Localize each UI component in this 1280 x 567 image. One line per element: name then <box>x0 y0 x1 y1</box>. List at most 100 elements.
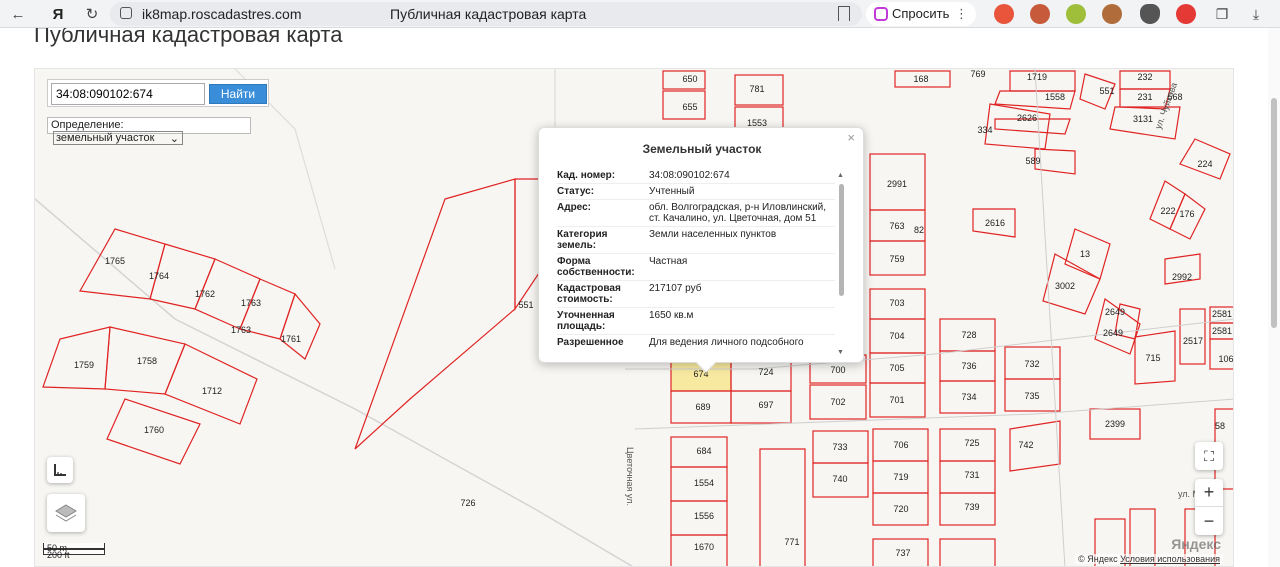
definition-row: Определение: земельный участок ⌄ <box>47 117 251 145</box>
parcel-label: 739 <box>964 502 980 512</box>
parcel-label: 58 <box>1214 421 1226 431</box>
info-value: 1650 кв.м <box>649 310 694 321</box>
parcel-label: 731 <box>964 470 980 480</box>
parcel-label: 224 <box>1197 159 1213 169</box>
parcel-label: 1765 <box>104 256 126 266</box>
chevron-down-icon: ⌄ <box>169 133 179 145</box>
extension-icon-4[interactable] <box>1102 4 1122 24</box>
cadastral-number-input[interactable] <box>51 83 205 105</box>
parcel-label: 725 <box>964 438 980 448</box>
zoom-out-button[interactable]: − <box>1195 507 1223 535</box>
popup-scroll-thumb[interactable] <box>839 184 844 296</box>
reload-icon[interactable]: ↻ <box>82 4 102 24</box>
info-value: Учтенный <box>649 186 695 197</box>
address-bar[interactable]: ik8map.roscadastres.com Публичная кадаст… <box>110 2 862 26</box>
parcel-label: 1558 <box>1044 92 1066 102</box>
parcel-label: 705 <box>889 363 905 373</box>
info-row: Кадастровая стоимость: 217107 руб <box>557 281 835 308</box>
zoom-in-button[interactable]: + <box>1195 479 1223 507</box>
yandex-icon[interactable]: Я <box>48 4 68 24</box>
page-scrollbar[interactable] <box>1268 28 1280 567</box>
parcel-label: 1761 <box>280 334 302 344</box>
bookmark-icon[interactable] <box>838 6 850 21</box>
info-value: 217107 руб <box>649 283 702 294</box>
yandex-logo: Яндекс <box>1171 536 1221 552</box>
collections-icon[interactable]: ❐ <box>1212 4 1232 24</box>
parcel-label: 742 <box>1018 440 1034 450</box>
scroll-down-icon[interactable]: ▼ <box>837 349 844 356</box>
parcel-label: 222 <box>1160 206 1176 216</box>
parcel-label: 1719 <box>1026 72 1048 82</box>
extension-icon-1[interactable] <box>994 4 1014 24</box>
tab-title: Публичная кадастровая карта <box>390 6 587 22</box>
parcel-label: 168 <box>913 74 929 84</box>
parcel-label: 106 <box>1218 354 1234 364</box>
parcel-label: 655 <box>682 102 698 112</box>
parcel-label: 1758 <box>136 356 158 366</box>
definition-label: Определение: <box>51 119 124 131</box>
parcel-label: 724 <box>758 367 774 377</box>
parcel-label: 771 <box>784 537 800 547</box>
parcel-label: 231 <box>1137 92 1153 102</box>
popup-info-table: Кад. номер: 34:08:090102:674 Статус: Учт… <box>557 168 835 348</box>
adblock-icon[interactable] <box>1176 4 1196 24</box>
parcel-label: 735 <box>1024 391 1040 401</box>
ask-icon <box>874 7 888 21</box>
popup-scrollbar[interactable]: ▲ ▼ <box>837 172 845 356</box>
browser-toolbar: ← Я ↻ ik8map.roscadastres.com Публичная … <box>0 0 1280 28</box>
extension-icon-2[interactable] <box>1030 4 1050 24</box>
parcel-label: 334 <box>977 125 993 135</box>
definition-select[interactable]: земельный участок ⌄ <box>53 131 183 145</box>
parcel-label: 734 <box>961 392 977 402</box>
info-row: Разрешенное использование: Для ведения л… <box>557 335 835 348</box>
back-icon[interactable]: ← <box>8 4 28 24</box>
parcel-label: 2616 <box>984 218 1006 228</box>
layers-button[interactable] <box>47 494 85 532</box>
terms-link[interactable]: Условия использования <box>1120 554 1220 564</box>
parcel-label: 232 <box>1137 72 1153 82</box>
info-key: Статус: <box>557 186 595 197</box>
more-icon[interactable]: ⋮ <box>955 2 968 26</box>
parcel-label: 763 <box>889 221 905 231</box>
fullscreen-button[interactable]: ⛶ <box>1195 442 1223 470</box>
page-scroll-thumb[interactable] <box>1271 98 1277 328</box>
scroll-up-icon[interactable]: ▲ <box>837 172 844 179</box>
info-row: Статус: Учтенный <box>557 184 835 200</box>
map-copyright: © Яндекс Условия использования <box>1075 554 1223 564</box>
parcel-label: 1556 <box>693 511 715 521</box>
parcel-label: 732 <box>1024 359 1040 369</box>
parcel-label: 1760 <box>143 425 165 435</box>
parcel-label: 13 <box>1079 249 1091 259</box>
parcel-label: 1764 <box>148 271 170 281</box>
parcel-label: 650 <box>682 74 698 84</box>
info-key: Категория земель: <box>557 229 608 251</box>
parcel-label: 689 <box>695 402 711 412</box>
parcel-label: 769 <box>970 69 986 79</box>
parcel-label: 781 <box>749 84 765 94</box>
info-key: Кадастровая стоимость: <box>557 283 621 305</box>
parcel-label: 728 <box>961 330 977 340</box>
parcel-label: 737 <box>895 548 911 558</box>
ask-button[interactable]: Спросить ⋮ <box>866 2 976 26</box>
info-value: Для ведения личного подсобного хозяйства <box>649 337 804 348</box>
extension-icon-5[interactable] <box>1140 4 1160 24</box>
definition-value: земельный участок <box>56 132 155 144</box>
street-label: Цветочная ул. <box>625 447 635 506</box>
copyright-text: © Яндекс <box>1078 554 1118 564</box>
parcel-label: 1763 <box>230 325 252 335</box>
site-info-icon[interactable] <box>120 7 132 19</box>
find-button[interactable]: Найти <box>209 84 267 104</box>
info-row: Адрес: обл. Волгоградская, р-н Иловлинск… <box>557 200 835 227</box>
download-icon[interactable]: ⤓ <box>1246 4 1266 24</box>
parcel-label: 589 <box>1025 156 1041 166</box>
parcel-info-popup: × Земельный участок Кад. номер: 34:08:09… <box>538 127 864 373</box>
parcel-label: 715 <box>1145 353 1161 363</box>
layers-icon <box>55 504 77 522</box>
parcel-label: 1759 <box>73 360 95 370</box>
ruler-icon <box>54 464 66 476</box>
extension-icon-3[interactable] <box>1066 4 1086 24</box>
parcel-label: 720 <box>893 504 909 514</box>
cadastral-map[interactable]: 650 655 781 1553 168 1719 1558 232 231 3… <box>34 68 1234 567</box>
ruler-button[interactable] <box>47 457 73 483</box>
info-value: Земли населенных пунктов <box>649 229 777 240</box>
